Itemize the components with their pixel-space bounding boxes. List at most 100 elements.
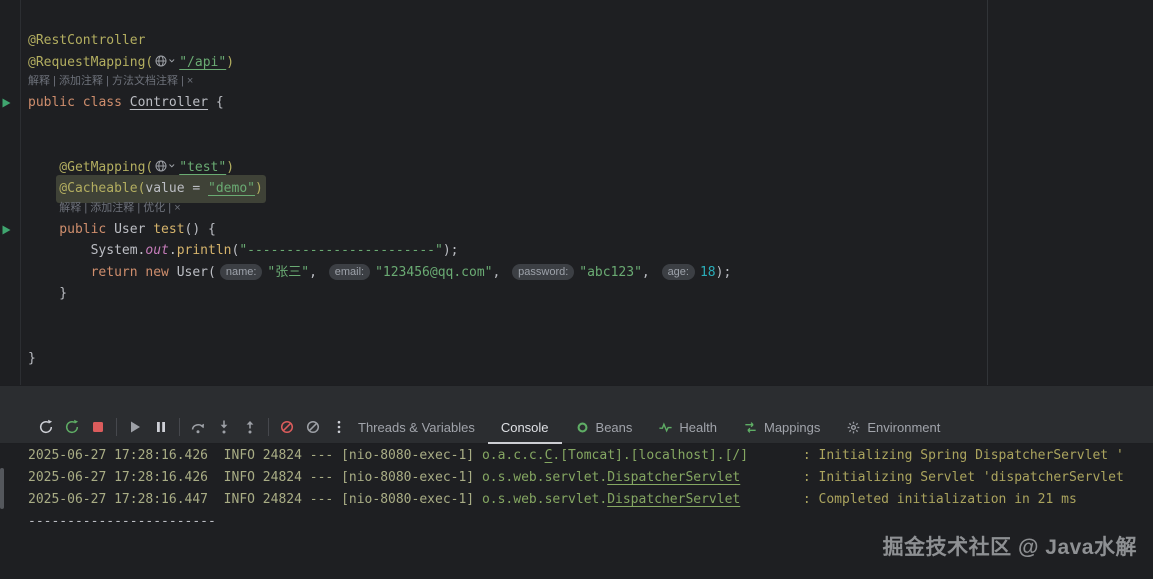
code-token: ,	[492, 264, 509, 280]
editor-lines: @RestController @RequestMapping( "/api") 解释…	[0, 30, 1153, 369]
console-token: Initializing Spring DispatcherServlet '	[818, 448, 1124, 463]
toolbar-separator	[116, 418, 117, 436]
debug-toolbar: Threads & Variables Console Beans Health Map…	[0, 386, 1153, 444]
code-line-content: public User test() {	[59, 219, 216, 241]
pause-icon[interactable]	[149, 415, 173, 439]
beans-icon	[575, 420, 590, 435]
console-token	[740, 470, 795, 485]
code-token: @GetMapping(	[59, 159, 154, 175]
code-token: @RequestMapping(	[28, 54, 154, 70]
ide-window: @RestController @RequestMapping( "/api") 解释…	[0, 0, 1153, 579]
code-token: );	[442, 243, 459, 258]
tab-label: Health	[679, 419, 717, 435]
editor-line: public class Controller {	[0, 92, 1153, 114]
tab-beans[interactable]: Beans	[562, 410, 646, 444]
console-token	[748, 448, 795, 463]
code-token: "test"	[179, 159, 227, 175]
code-token: out	[145, 243, 169, 258]
code-token: test	[153, 221, 185, 237]
code-line-content: @RequestMapping( "/api")	[28, 52, 234, 74]
code-line-content: }	[59, 283, 67, 305]
editor-line: public User test() {	[0, 219, 1153, 241]
code-token: );	[715, 264, 732, 280]
mute-breakpoints-icon[interactable]	[275, 415, 299, 439]
view-breakpoints-icon[interactable]	[301, 415, 325, 439]
param-name-hint: name:	[219, 263, 263, 280]
globe-inlay-icon[interactable]	[155, 55, 176, 67]
console-class-link[interactable]: DispatcherServlet	[607, 470, 740, 485]
console-line: 2025-06-27 17:28:16.426 INFO 24824 --- […	[28, 445, 1153, 467]
console-token: 2025-06-27 17:28:16.447 INFO 24824 --- […	[28, 492, 482, 507]
code-token: new	[145, 264, 177, 280]
tab-mappings[interactable]: Mappings	[730, 410, 833, 444]
editor-line: 解释 | 添加注释 | 优化 | ×	[0, 200, 1153, 219]
code-token: )	[226, 159, 235, 175]
console-token: Completed initialization in 21 ms	[818, 492, 1077, 507]
tab-health[interactable]: Health	[645, 410, 730, 444]
editor-line: @RequestMapping( "/api")	[0, 52, 1153, 74]
editor-line: @Cacheable(value = "demo")	[0, 178, 1153, 200]
console-line: ------------------------	[28, 511, 1153, 533]
mappings-icon	[743, 420, 758, 435]
editor-line: 解释 | 添加注释 | 方法文档注释 | ×	[0, 73, 1153, 92]
ai-actions-hint[interactable]: 解释 | 添加注释 | 方法文档注释 | ×	[28, 75, 193, 87]
toolbar-separator	[268, 418, 269, 436]
code-line-content: return new User(name: "张三", email: "123456…	[91, 262, 732, 284]
code-token: @RestController	[28, 33, 146, 48]
console-token: o.s.web.servlet.	[481, 492, 608, 507]
step-into-icon[interactable]	[212, 415, 236, 439]
console-token: 2025-06-27 17:28:16.426 INFO 24824 --- […	[28, 470, 482, 485]
console-token	[740, 492, 795, 507]
tab-label: Threads & Variables	[358, 419, 475, 435]
editor-line: @GetMapping( "test")	[0, 157, 1153, 179]
code-line-content: }	[28, 348, 36, 370]
tab-label: Environment	[867, 419, 941, 435]
code-token: println	[176, 243, 232, 258]
code-token: "/api"	[179, 54, 227, 70]
tab-label: Beans	[595, 419, 633, 435]
code-token: )	[254, 181, 263, 196]
console-class-link[interactable]: DispatcherServlet	[607, 492, 740, 507]
console-scrollbar[interactable]	[0, 468, 4, 509]
stop-icon[interactable]	[86, 415, 110, 439]
code-token: 18	[699, 264, 716, 280]
code-token: }	[59, 286, 68, 301]
tab-environment[interactable]: Environment	[833, 410, 953, 444]
ai-actions-hint[interactable]: 解释 | 添加注释 | 优化 | ×	[59, 202, 180, 214]
resume-icon[interactable]	[123, 415, 147, 439]
restart-icon[interactable]	[60, 415, 84, 439]
param-name-hint: email:	[328, 263, 371, 280]
editor-line: System.out.println("--------------------…	[0, 240, 1153, 262]
code-token: public class	[28, 95, 130, 110]
code-line-content: System.out.println("--------------------…	[91, 240, 459, 262]
code-token: )	[226, 54, 235, 70]
code-token: }	[28, 350, 36, 366]
code-token: "123456@qq.com"	[375, 264, 493, 280]
code-editor[interactable]: @RestController @RequestMapping( "/api") 解释…	[0, 0, 1153, 385]
debug-toolbar-icons	[34, 415, 351, 439]
code-token: {	[208, 95, 224, 110]
editor-line: return new User(name: "张三", email: "123456…	[0, 262, 1153, 284]
tab-console[interactable]: Console	[488, 410, 562, 444]
run-gutter-icon[interactable]	[2, 225, 11, 235]
code-token: "张三"	[267, 264, 310, 280]
console-token: :	[795, 492, 819, 507]
code-token: .	[168, 243, 177, 258]
run-gutter-icon[interactable]	[2, 98, 11, 108]
step-out-icon[interactable]	[238, 415, 262, 439]
step-over-icon[interactable]	[186, 415, 210, 439]
tab-threads-variables[interactable]: Threads & Variables	[345, 410, 488, 444]
code-token: User(	[176, 264, 216, 280]
console-line: 2025-06-27 17:28:16.447 INFO 24824 --- […	[28, 489, 1153, 511]
globe-inlay-icon[interactable]	[155, 160, 176, 172]
code-token: public	[59, 221, 115, 237]
rerun-icon[interactable]	[34, 415, 58, 439]
editor-line: @RestController	[0, 30, 1153, 52]
code-line-content: @RestController	[28, 30, 145, 52]
toolbar-separator	[179, 418, 180, 436]
code-line-content: public class Controller {	[28, 92, 224, 114]
